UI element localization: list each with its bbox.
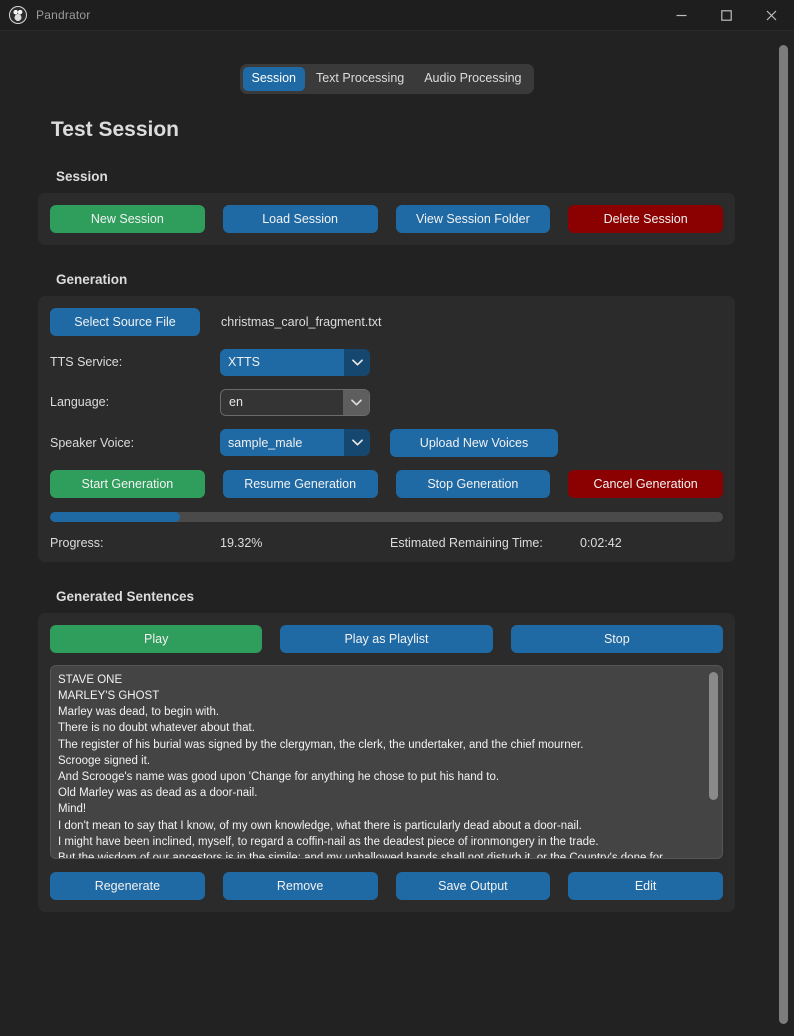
play-as-playlist-button[interactable]: Play as Playlist — [280, 624, 493, 653]
title-bar: Pandrator — [0, 0, 794, 31]
window-controls — [659, 0, 794, 31]
source-file-row: Select Source File christmas_carol_fragm… — [50, 307, 723, 336]
generated-sentences-section-label: Generated Sentences — [56, 588, 195, 604]
remove-button[interactable]: Remove — [222, 871, 378, 900]
select-source-file-button[interactable]: Select Source File — [50, 307, 200, 336]
tts-service-label: TTS Service: — [50, 355, 123, 370]
list-item[interactable]: MARLEY'S GHOST — [58, 688, 714, 704]
language-dropdown[interactable]: en — [220, 388, 370, 416]
language-value: en — [221, 389, 343, 415]
list-item[interactable]: But the wisdom of our ancestors is in th… — [58, 850, 714, 858]
load-session-button[interactable]: Load Session — [222, 204, 378, 233]
resume-generation-button[interactable]: Resume Generation — [222, 469, 378, 498]
progress-bar-fill — [50, 511, 181, 522]
tts-service-value: XTTS — [220, 348, 344, 376]
playback-buttons-row: Play Play as Playlist Stop — [50, 624, 723, 653]
tts-service-dropdown[interactable]: XTTS — [220, 348, 370, 376]
speaker-voice-value: sample_male — [220, 429, 344, 457]
app-window: Pandrator Session Text Processing Audio … — [0, 0, 794, 1036]
view-session-folder-button[interactable]: View Session Folder — [395, 204, 551, 233]
chevron-down-icon — [344, 429, 370, 457]
window-body: Session Text Processing Audio Processing… — [0, 31, 794, 1036]
save-output-button[interactable]: Save Output — [395, 871, 551, 900]
upload-new-voices-button[interactable]: Upload New Voices — [390, 428, 558, 457]
session-buttons-row: New Session Load Session View Session Fo… — [50, 204, 723, 233]
generation-section-label: Generation — [56, 271, 128, 287]
tabbar: Session Text Processing Audio Processing — [239, 64, 534, 94]
progress-info-row: Progress: 19.32% Estimated Remaining Tim… — [50, 536, 723, 550]
list-item[interactable]: I don't mean to say that I know, of my o… — [58, 818, 714, 834]
tab-text-processing[interactable]: Text Processing — [307, 67, 413, 91]
regenerate-button[interactable]: Regenerate — [50, 871, 205, 900]
sentence-actions-row: Regenerate Remove Save Output Edit — [50, 871, 723, 900]
list-item[interactable]: Old Marley was as dead as a door-nail. — [58, 785, 714, 801]
app-logo-icon — [9, 6, 27, 24]
page-scrollbar[interactable] — [773, 31, 794, 1036]
chevron-down-icon — [343, 389, 369, 415]
edit-button[interactable]: Edit — [568, 871, 723, 900]
language-label: Language: — [50, 395, 110, 410]
delete-session-button[interactable]: Delete Session — [568, 204, 723, 233]
session-section-label: Session — [56, 168, 108, 184]
app-title: Pandrator — [36, 8, 91, 22]
sentence-lines-container: STAVE ONE MARLEY'S GHOST Marley was dead, … — [58, 672, 714, 858]
tabbar-container: Session Text Processing Audio Processing — [38, 31, 735, 94]
speaker-voice-label: Speaker Voice: — [50, 435, 135, 450]
listbox-scrollbar[interactable] — [709, 669, 718, 854]
list-item[interactable]: STAVE ONE — [58, 672, 714, 688]
source-file-name: christmas_carol_fragment.txt — [221, 314, 382, 329]
stop-playback-button[interactable]: Stop — [510, 624, 723, 653]
new-session-button[interactable]: New Session — [50, 204, 205, 233]
page-panel: Session Text Processing Audio Processing… — [14, 31, 759, 1021]
start-generation-button[interactable]: Start Generation — [50, 469, 205, 498]
tab-audio-processing[interactable]: Audio Processing — [415, 67, 530, 91]
progress-bar — [50, 511, 723, 522]
page-scrollbar-thumb[interactable] — [779, 45, 788, 1024]
list-item[interactable]: The register of his burial was signed by… — [58, 737, 714, 753]
generation-frame: Select Source File christmas_carol_fragm… — [38, 295, 735, 562]
list-item[interactable]: And Scrooge's name was good upon 'Change… — [58, 769, 714, 785]
stop-generation-button[interactable]: Stop Generation — [395, 469, 551, 498]
speaker-voice-row: Speaker Voice: sample_male Upload New Vo… — [50, 428, 723, 457]
progress-label: Progress: — [50, 535, 104, 550]
generated-sentences-frame: Play Play as Playlist Stop STAVE ONE MARL… — [38, 612, 735, 912]
page-title: Test Session — [51, 117, 179, 141]
progress-value: 19.32% — [220, 535, 263, 550]
generated-sentences-listbox[interactable]: STAVE ONE MARLEY'S GHOST Marley was dead, … — [50, 664, 723, 859]
minimize-icon[interactable] — [659, 0, 704, 31]
tab-session[interactable]: Session — [242, 67, 305, 91]
list-item[interactable]: There is no doubt whatever about that. — [58, 720, 714, 736]
speaker-voice-dropdown[interactable]: sample_male — [220, 429, 370, 457]
list-item[interactable]: Mind! — [58, 801, 714, 817]
maximize-icon[interactable] — [704, 0, 749, 31]
list-item[interactable]: Marley was dead, to begin with. — [58, 704, 714, 720]
scroll-content: Session Text Processing Audio Processing… — [0, 31, 773, 1036]
close-icon[interactable] — [749, 0, 794, 31]
chevron-down-icon — [344, 348, 370, 376]
eta-value: 0:02:42 — [580, 535, 622, 550]
session-frame: New Session Load Session View Session Fo… — [38, 192, 735, 245]
eta-label: Estimated Remaining Time: — [390, 535, 543, 550]
tts-service-row: TTS Service: XTTS — [50, 348, 723, 376]
generation-actions-row: Start Generation Resume Generation Stop … — [50, 469, 723, 498]
play-button[interactable]: Play — [50, 624, 263, 653]
list-item[interactable]: I might have been inclined, myself, to r… — [58, 834, 714, 850]
listbox-scrollbar-thumb[interactable] — [709, 671, 718, 800]
language-row: Language: en — [50, 388, 723, 416]
cancel-generation-button[interactable]: Cancel Generation — [568, 469, 723, 498]
list-item[interactable]: Scrooge signed it. — [58, 753, 714, 769]
